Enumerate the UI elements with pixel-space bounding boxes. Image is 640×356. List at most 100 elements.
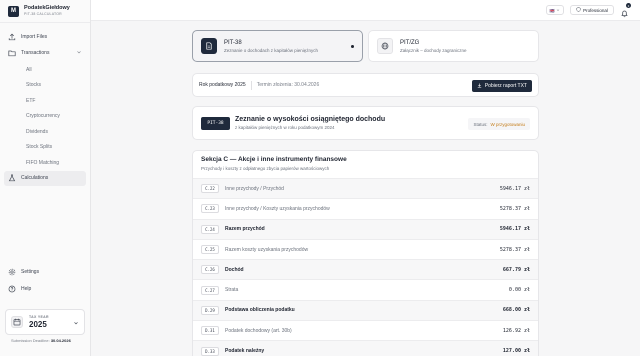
field-code: C.26 [201,265,219,275]
download-icon [477,83,482,90]
tax-year-selector[interactable]: TAX YEAR 2025 [5,309,85,335]
field-value: 5946.17 zł [499,226,530,233]
globe-icon [377,38,393,54]
field-value: 127.00 zł [502,348,530,355]
form-title: PIT/ZG [400,39,420,46]
field-label: Inne przychody / Koszty uzyskania przych… [225,205,330,212]
chevron-down-icon[interactable] [76,49,82,57]
sidebar-item-help[interactable]: Help [4,281,86,296]
table-row: C.25 Razem koszty uzyskania przychodów 527… [193,240,538,261]
field-value: 667.79 zł [502,266,530,273]
field-label: Razem przychód [225,226,265,233]
status-label: Status: [473,121,488,127]
section-rows: C.22 Inne przychody / Przychód 5946.17 zł C… [193,179,538,356]
folder-icon [8,49,16,57]
sidebar-item-settings[interactable]: Settings [4,264,86,279]
help-circle-icon [8,285,16,293]
section-header: Sekcja C — Akcje i inne instrumenty fina… [193,151,538,179]
language-flag: 🇬🇧 [549,7,555,13]
sidebar-subitem-dividends[interactable]: Dividends [4,124,86,140]
brand-logo: M [8,5,19,17]
sidebar-item-calculations[interactable]: Calculations [4,170,86,186]
status-value: W przygotowaniu [490,121,525,127]
chevron-down-icon [556,8,560,13]
sidebar-subitem-stock-splits[interactable]: Stock Splits [4,140,86,156]
field-code: D.33 [201,346,219,356]
sidebar-subitem-stocks[interactable]: Stocks [4,78,86,94]
declaration-badge: PIT-38 [201,116,230,130]
form-subtitle: Zeznanie o dochodach z kapitałów pienięż… [224,47,319,53]
table-row: C.22 Inne przychody / Przychód 5946.17 zł [193,179,538,200]
sidebar-item-label: Help [21,285,32,292]
field-label: Strata [225,287,239,294]
table-row: D.31 Podatek dochodowy (art. 30b) 126.92 z… [193,321,538,342]
declaration-title: Zeznanie o wysokości osiągniętego dochod… [235,116,386,123]
table-row: D.29 Podstawa obliczenia podatku 668.00 zł [193,300,538,322]
tax-year-value: 2025 [29,320,47,329]
topbar: 🇬🇧 Professional 3 [91,0,640,21]
selected-indicator [351,45,354,48]
brand-name: PodatekGiełdowy [24,5,70,11]
sidebar-item-import-files[interactable]: Import Files [4,29,86,44]
sidebar-subitem-etf[interactable]: ETF [4,93,86,109]
brand[interactable]: M PodatekGiełdowy PIT-38 CALCULATOR [0,0,90,22]
sidebar-item-label: Settings [21,268,40,275]
field-code: C.25 [201,245,219,255]
section-subtitle: Przychody i koszty z odpłatnego zbycia p… [201,166,330,171]
table-row: C.23 Inne przychody / Koszty uzyskania pr… [193,199,538,220]
field-label: Podatek dochodowy (art. 30b) [225,327,292,334]
section-c: Sekcja C — Akcje i inne instrumenty fina… [192,150,539,356]
sidebar-subitem-fifo-matching[interactable]: FIFO Matching [4,155,86,171]
app-root: M PodatekGiełdowy PIT-38 CALCULATOR Impo… [0,0,640,356]
sidebar: M PodatekGiełdowy PIT-38 CALCULATOR Impo… [0,0,91,356]
field-code: C.27 [201,285,219,295]
brand-subtitle: PIT-38 CALCULATOR [24,11,62,16]
field-label: Podatek należny [225,348,265,355]
tax-year-heading: Rok podatkowy 2025 [199,82,246,88]
plan-badge[interactable]: Professional [570,5,614,15]
plan-label: Professional [583,7,608,13]
field-label: Razem koszty uzyskania przychodów [225,246,309,253]
shield-icon [576,7,581,13]
section-title: Sekcja C — Akcje i inne instrumenty fina… [201,156,347,163]
sidebar-subitem-cryptocurrency[interactable]: Cryptocurrency [4,109,86,125]
field-code: C.23 [201,204,219,214]
form-card-pit38[interactable]: PIT-38 Zeznanie o dochodach z kapitałów … [192,30,363,62]
submission-deadline: Submission Deadline: 30.04.2026 [11,338,71,343]
sidebar-item-transactions[interactable]: Transactions [4,46,86,61]
field-value: 126.92 zł [502,327,530,334]
sidebar-bottom-nav: Settings Help [4,264,86,298]
deadline-label: Submission Deadline: [11,338,50,343]
field-value: 5946.17 zł [499,185,530,192]
tax-year-label: TAX YEAR [29,315,49,319]
download-report-button[interactable]: Pobierz raport TXT [471,80,532,92]
field-value: 0.00 zł [508,287,530,294]
document-icon [201,38,217,54]
declaration-subtitle: z kapitałów pieniężnych w roku podatkowy… [235,125,335,130]
status-badge: Status: W przygotowaniu [468,118,530,130]
field-code: C.24 [201,224,219,234]
form-subtitle: Załącznik – dochody zagraniczne [400,47,467,53]
declaration-header: PIT-38 Zeznanie o wysokości osiągniętego… [192,106,539,140]
language-selector[interactable]: 🇬🇧 [546,5,564,15]
field-label: Podstawa obliczenia podatku [225,307,295,314]
gear-icon [8,268,16,276]
form-title: PIT-38 [224,39,242,46]
tax-year-bar: Rok podatkowy 2025 Termin złożenia: 30.0… [192,73,539,97]
calendar-icon [11,316,23,328]
field-value: 5278.37 zł [499,205,530,212]
field-value: 668.00 zł [502,307,530,314]
field-value: 5278.37 zł [499,246,530,253]
field-code: C.22 [201,184,219,194]
sidebar-nav: Import Files Transactions All Stocks ETF… [0,23,90,186]
table-row: D.33 Podatek należny 127.00 zł [193,341,538,356]
table-row: C.27 Strata 0.00 zł [193,280,538,301]
field-label: Dochód [225,266,244,273]
deadline-value: 30.04.2026 [50,338,71,343]
sidebar-subitem-all[interactable]: All [4,62,86,78]
download-label: Pobierz raport TXT [484,83,527,89]
sidebar-item-label: Transactions [21,50,50,56]
field-code: D.29 [201,305,219,315]
chevron-down-icon [73,313,79,331]
form-card-pitzg[interactable]: PIT/ZG Załącznik – dochody zagraniczne [368,30,539,62]
